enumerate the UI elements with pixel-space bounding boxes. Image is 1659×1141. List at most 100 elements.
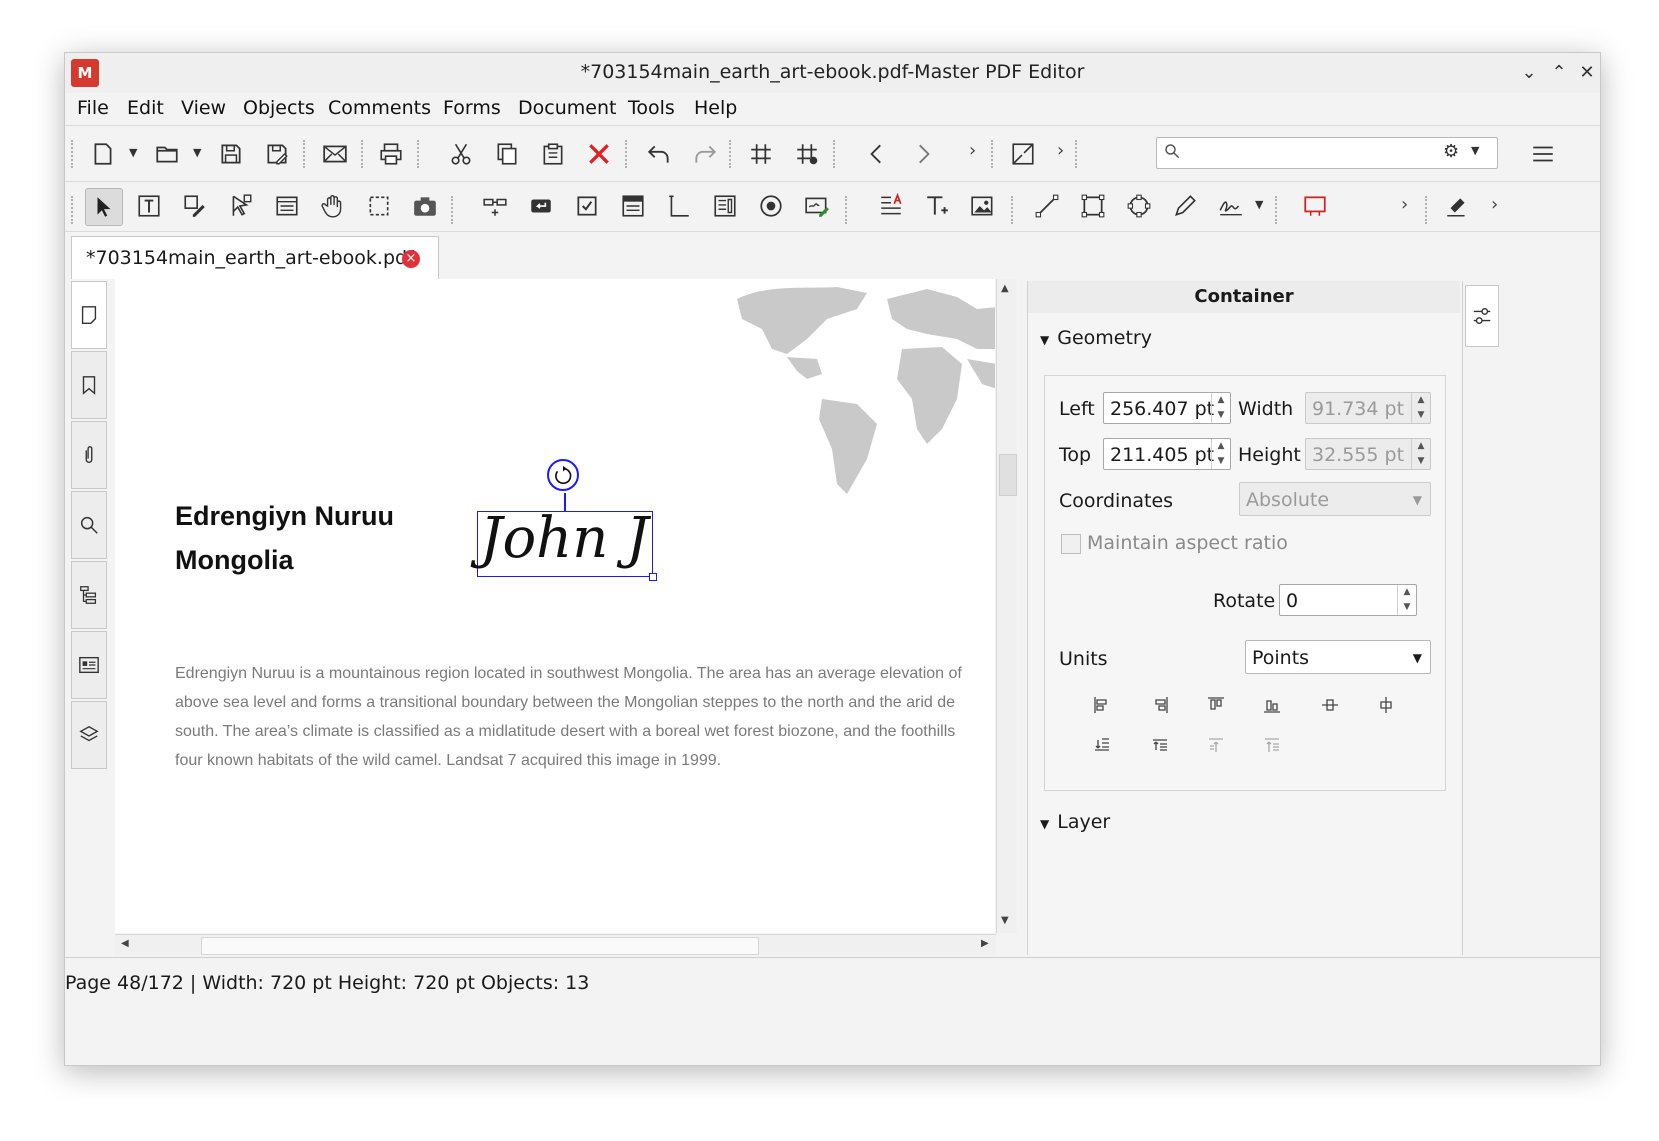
signature-field-icon[interactable]: [799, 188, 835, 224]
save-as-icon[interactable]: [259, 136, 295, 172]
align-left-icon[interactable]: [1091, 694, 1113, 716]
maintain-aspect-checkbox[interactable]: [1061, 534, 1081, 554]
menu-forms[interactable]: Forms: [443, 97, 501, 119]
menu-icon[interactable]: [1525, 136, 1561, 172]
menu-document[interactable]: Document: [518, 97, 616, 119]
delete-icon[interactable]: [581, 136, 617, 172]
pencil-icon[interactable]: [1167, 188, 1203, 224]
forms-panel-button[interactable]: [71, 631, 107, 699]
align-center-vertical-icon[interactable]: [1375, 694, 1397, 716]
select-arrow-icon[interactable]: [85, 188, 123, 226]
combobox-field-icon[interactable]: [615, 188, 651, 224]
radio-button-icon[interactable]: [753, 188, 789, 224]
vertical-scroll-thumb[interactable]: [999, 454, 1017, 496]
top-stepper[interactable]: ▲ ▼: [1211, 439, 1230, 469]
cut-icon[interactable]: [443, 136, 479, 172]
align-right-icon[interactable]: [1149, 694, 1171, 716]
line-icon[interactable]: [1029, 188, 1065, 224]
menu-objects[interactable]: Objects: [243, 97, 315, 119]
left-field[interactable]: 256.407 pt ▲ ▼: [1103, 392, 1231, 424]
toolbar-overflow-icon[interactable]: ›: [969, 140, 976, 161]
hand-icon[interactable]: [315, 188, 351, 224]
search-dropdown-icon[interactable]: ▼: [1471, 144, 1479, 157]
distribute-top-icon[interactable]: [1149, 734, 1171, 756]
pages-panel-button[interactable]: [71, 281, 107, 349]
menu-file[interactable]: File: [77, 97, 109, 119]
rotate-field[interactable]: 0 ▲ ▼: [1279, 584, 1417, 616]
menu-view[interactable]: View: [181, 97, 226, 119]
previous-icon[interactable]: [859, 136, 895, 172]
vertical-scrollbar[interactable]: ▲ ▼: [996, 279, 1017, 933]
toolbar-overflow-icon[interactable]: ›: [1491, 194, 1498, 215]
attachments-panel-button[interactable]: [71, 421, 107, 489]
add-image-icon[interactable]: [965, 188, 1001, 224]
eraser-icon[interactable]: [1439, 188, 1475, 224]
checkbox-field-icon[interactable]: [569, 188, 605, 224]
toolbar-overflow-icon[interactable]: ›: [1401, 194, 1408, 215]
structure-panel-button[interactable]: [71, 561, 107, 629]
layer-section-header[interactable]: ▼ Layer: [1040, 811, 1110, 833]
geometry-section-header[interactable]: ▼ Geometry: [1040, 327, 1152, 349]
maximize-icon[interactable]: ⌃: [1545, 59, 1573, 87]
menu-comments[interactable]: Comments: [328, 97, 431, 119]
print-icon[interactable]: [373, 136, 409, 172]
align-top-icon[interactable]: [1205, 694, 1227, 716]
text-edit-icon[interactable]: [131, 188, 167, 224]
search-input[interactable]: ⚙ ▼: [1156, 137, 1498, 169]
top-field[interactable]: 211.405 pt ▲ ▼: [1103, 438, 1231, 470]
menu-tools[interactable]: Tools: [628, 97, 675, 119]
bookmarks-panel-button[interactable]: [71, 351, 107, 419]
redo-icon[interactable]: [687, 136, 723, 172]
undo-icon[interactable]: [641, 136, 677, 172]
highlight-rect-icon[interactable]: [1297, 188, 1333, 224]
document-tab[interactable]: *703154main_earth_art-ebook.pdf ×: [71, 236, 439, 279]
sign-icon[interactable]: [1213, 188, 1249, 224]
layers-panel-button[interactable]: [71, 701, 107, 769]
horizontal-scroll-thumb[interactable]: [201, 937, 759, 955]
page-view[interactable]: Edrengiyn Nuruu Mongolia John J Edrengiy…: [115, 279, 995, 933]
align-bottom-icon[interactable]: [1261, 694, 1283, 716]
listbox-field-icon[interactable]: [707, 188, 743, 224]
scroll-left-icon[interactable]: ◀: [121, 938, 129, 949]
button-field-icon[interactable]: [523, 188, 559, 224]
add-text-icon[interactable]: [873, 188, 909, 224]
typewriter-icon[interactable]: [919, 188, 955, 224]
ellipse-icon[interactable]: [1121, 188, 1157, 224]
email-icon[interactable]: [317, 136, 353, 172]
copy-icon[interactable]: [489, 136, 525, 172]
edit-object-icon[interactable]: [177, 188, 213, 224]
fit-page-icon[interactable]: [1005, 136, 1041, 172]
snap-grid-icon[interactable]: [789, 136, 825, 172]
paste-icon[interactable]: [535, 136, 571, 172]
new-document-icon[interactable]: [85, 136, 121, 172]
distribute-bottom-icon[interactable]: [1091, 734, 1113, 756]
search-panel-button[interactable]: [71, 491, 107, 559]
horizontal-scrollbar[interactable]: ◀ ▶: [115, 934, 996, 955]
scroll-down-icon[interactable]: ▼: [1001, 915, 1009, 926]
rotate-stepper[interactable]: ▲ ▼: [1397, 585, 1416, 615]
scroll-up-icon[interactable]: ▲: [1001, 283, 1009, 294]
units-select[interactable]: Points ▼: [1245, 640, 1431, 674]
scroll-right-icon[interactable]: ▶: [981, 938, 989, 949]
menu-help[interactable]: Help: [694, 97, 737, 119]
link-icon[interactable]: [477, 188, 513, 224]
grid-icon[interactable]: [743, 136, 779, 172]
properties-panel-button[interactable]: [1465, 285, 1499, 347]
snapshot-icon[interactable]: [407, 188, 443, 224]
close-window-icon[interactable]: ✕: [1573, 59, 1601, 87]
resize-handle[interactable]: [649, 573, 657, 581]
sign-dropdown-icon[interactable]: ▼: [1255, 198, 1263, 211]
edit-forms-icon[interactable]: [223, 188, 259, 224]
tab-close-icon[interactable]: ×: [402, 250, 420, 268]
search-settings-icon[interactable]: ⚙: [1443, 141, 1459, 162]
toolbar-overflow-icon[interactable]: ›: [1057, 140, 1064, 161]
distribute-horizontal-icon[interactable]: [1205, 734, 1227, 756]
save-icon[interactable]: [213, 136, 249, 172]
open-dropdown-icon[interactable]: ▼: [193, 146, 201, 159]
rotate-handle-icon[interactable]: [547, 459, 579, 491]
next-icon[interactable]: [905, 136, 941, 172]
new-dropdown-icon[interactable]: ▼: [129, 146, 137, 159]
minimize-icon[interactable]: ⌄: [1515, 59, 1543, 87]
menu-edit[interactable]: Edit: [127, 97, 164, 119]
signature-container[interactable]: John J: [477, 506, 657, 581]
